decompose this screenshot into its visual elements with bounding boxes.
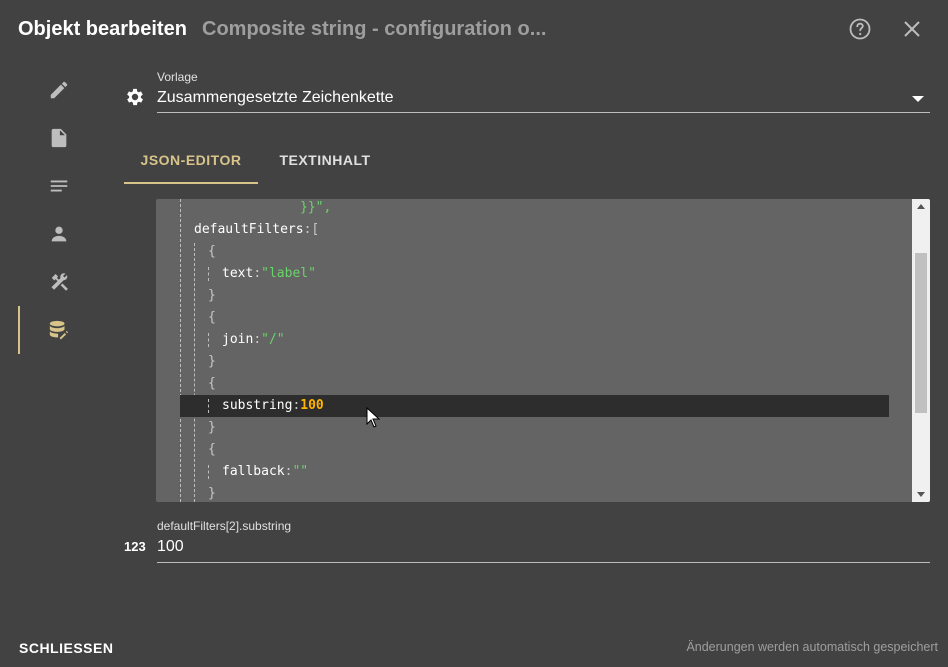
code-line[interactable]: { (156, 307, 912, 329)
sidebar-item-file[interactable] (18, 114, 98, 160)
close-button[interactable] (900, 17, 924, 41)
code-line[interactable]: join:"/" (156, 329, 912, 351)
sidebar-item-text[interactable] (18, 162, 98, 208)
help-button[interactable] (848, 17, 872, 41)
code-value: }}", (300, 200, 332, 215)
autosave-status: Änderungen werden automatisch gespeicher… (686, 640, 938, 654)
user-icon (51, 226, 67, 242)
template-label: Vorlage (157, 70, 198, 84)
value-input[interactable]: 100 (157, 536, 930, 563)
code-value: } (208, 420, 216, 435)
sidebar-item-data[interactable] (18, 306, 98, 354)
code-area[interactable]: }}", defaultFilters:[{text:"label"}{join:… (156, 199, 912, 502)
gear-icon (127, 88, 143, 106)
code-line[interactable]: fallback:"" (156, 461, 912, 483)
code-line[interactable]: text:"label" (156, 263, 912, 285)
code-key: defaultFilters (194, 222, 304, 237)
code-line[interactable]: { (156, 241, 912, 263)
value-field-label: defaultFilters[2].substring (157, 519, 292, 533)
code-line[interactable]: substring:100 (156, 395, 912, 417)
tab-text-content[interactable]: TEXTINHALT (258, 138, 392, 182)
template-value: Zusammengesetzte Zeichenkette (157, 89, 394, 106)
pencil-icon (50, 81, 68, 99)
value-input-text: 100 (157, 538, 184, 555)
indent-guide (208, 267, 209, 281)
close-icon (904, 21, 920, 37)
scroll-thumb[interactable] (915, 253, 927, 413)
scroll-up-arrow-icon[interactable] (917, 204, 925, 209)
code-line[interactable]: { (156, 439, 912, 461)
mouse-pointer-icon (366, 407, 381, 428)
code-value: } (208, 486, 216, 501)
sidebar-item-tools[interactable] (18, 258, 98, 304)
code-value: "/" (261, 332, 285, 347)
code-key: substring (222, 398, 293, 413)
template-select[interactable]: Zusammengesetzte Zeichenkette (157, 88, 930, 113)
code-key: fallback (222, 464, 285, 479)
close-dialog-button[interactable]: SCHLIESSEN (19, 640, 113, 656)
code-value: "" (292, 464, 309, 479)
code-value: { (208, 310, 216, 325)
code-line[interactable]: { (156, 373, 912, 395)
dialog-subtitle: Composite string - configuration o... (202, 18, 547, 40)
editor-scrollbar[interactable] (912, 199, 930, 502)
code-line[interactable]: } (156, 417, 912, 439)
code-value: "label" (261, 266, 316, 281)
sidebar-item-user[interactable] (18, 210, 98, 256)
code-colon: : (253, 332, 262, 347)
value-field: 123 defaultFilters[2].substring 100 (124, 516, 930, 564)
text-lines-icon (50, 180, 68, 192)
tab-json-editor[interactable]: JSON-EDITOR (124, 138, 258, 184)
code-key: join (222, 332, 254, 347)
dropdown-arrow-icon (912, 96, 924, 102)
code-value: 100 (300, 398, 324, 413)
number-type-icon: 123 (124, 539, 146, 554)
code-value: } (208, 288, 216, 303)
dialog-header: Objekt bearbeiten Composite string - con… (0, 0, 948, 60)
json-editor[interactable]: }}", defaultFilters:[{text:"label"}{join:… (156, 199, 930, 502)
indent-guide (208, 399, 209, 413)
indent-guide (208, 333, 209, 347)
code-colon: : (253, 266, 262, 281)
dialog-title: Objekt bearbeiten (18, 18, 187, 40)
sidebar-item-edit[interactable] (18, 66, 98, 112)
code-line[interactable]: } (156, 285, 912, 307)
help-circle-icon (849, 18, 871, 40)
code-value: [ (311, 222, 320, 237)
scroll-down-arrow-icon[interactable] (917, 492, 925, 497)
file-icon (51, 128, 67, 148)
template-field: Vorlage Zusammengesetzte Zeichenkette (124, 66, 930, 114)
code-value: { (208, 376, 216, 391)
tools-icon (51, 273, 68, 291)
code-key: text (222, 266, 254, 281)
code-value: { (208, 442, 216, 457)
code-value: } (208, 354, 216, 369)
code-line[interactable]: }}", (156, 199, 912, 219)
database-edit-icon (49, 320, 68, 340)
code-line[interactable]: } (156, 351, 912, 373)
code-value: { (208, 244, 216, 259)
code-line[interactable]: } (156, 483, 912, 502)
indent-guide (208, 465, 209, 479)
code-line[interactable]: defaultFilters:[ (156, 219, 912, 241)
